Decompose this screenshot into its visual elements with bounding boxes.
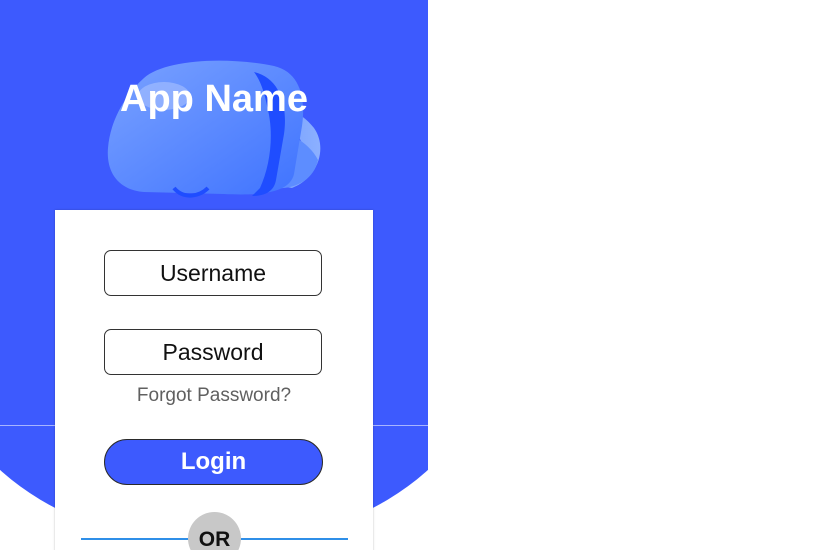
password-input[interactable]	[104, 329, 322, 375]
or-separator-badge: OR	[188, 512, 241, 550]
username-input[interactable]	[104, 250, 322, 296]
login-screen: App Name Forgot Password? Login OR	[0, 0, 825, 550]
login-card: Forgot Password? Login OR	[55, 210, 373, 550]
forgot-password-link[interactable]: Forgot Password?	[55, 385, 373, 407]
login-button[interactable]: Login	[104, 439, 323, 485]
app-title: App Name	[120, 78, 308, 120]
